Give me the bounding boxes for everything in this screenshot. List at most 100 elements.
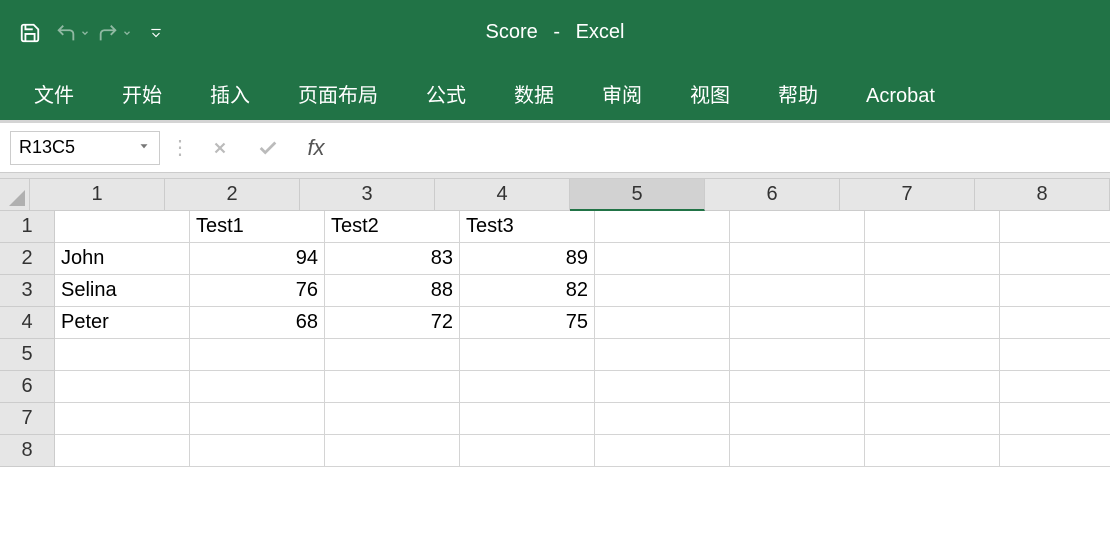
cell[interactable] — [325, 403, 460, 435]
cell[interactable]: Selina — [55, 275, 190, 307]
cell[interactable] — [730, 243, 865, 275]
row-header[interactable]: 6 — [0, 371, 55, 403]
enter-formula-button[interactable] — [248, 131, 288, 165]
cell[interactable] — [55, 339, 190, 371]
cell[interactable] — [865, 403, 1000, 435]
cell[interactable] — [865, 307, 1000, 339]
cell[interactable] — [730, 339, 865, 371]
ribbon-tab[interactable]: 视图 — [666, 67, 754, 120]
cell[interactable] — [1000, 403, 1110, 435]
cell[interactable] — [190, 403, 325, 435]
column-header[interactable]: 6 — [705, 179, 840, 211]
select-all-button[interactable] — [0, 179, 30, 211]
insert-function-button[interactable]: fx — [296, 135, 336, 161]
save-button[interactable] — [10, 13, 50, 53]
cell[interactable]: 82 — [460, 275, 595, 307]
name-box[interactable]: R13C5 — [10, 131, 160, 165]
cell[interactable] — [865, 339, 1000, 371]
cell[interactable] — [325, 435, 460, 467]
column-header[interactable]: 2 — [165, 179, 300, 211]
undo-button[interactable] — [52, 13, 92, 53]
cell[interactable]: 89 — [460, 243, 595, 275]
cell[interactable] — [55, 435, 190, 467]
cell[interactable] — [1000, 275, 1110, 307]
cell[interactable] — [865, 275, 1000, 307]
row-header[interactable]: 3 — [0, 275, 55, 307]
cell[interactable] — [190, 339, 325, 371]
ribbon-tab[interactable]: 文件 — [10, 67, 98, 120]
cell[interactable] — [1000, 243, 1110, 275]
ribbon-tab[interactable]: 开始 — [98, 67, 186, 120]
column-header[interactable]: 8 — [975, 179, 1110, 211]
cell[interactable] — [595, 435, 730, 467]
cell[interactable] — [865, 211, 1000, 243]
cell[interactable] — [190, 435, 325, 467]
column-header[interactable]: 5 — [570, 179, 705, 211]
cell[interactable] — [730, 403, 865, 435]
cell[interactable]: Test3 — [460, 211, 595, 243]
row-header[interactable]: 7 — [0, 403, 55, 435]
cell[interactable] — [460, 371, 595, 403]
chevron-down-icon[interactable] — [137, 137, 151, 158]
cancel-formula-button[interactable] — [200, 131, 240, 165]
column-header[interactable]: 3 — [300, 179, 435, 211]
row-header[interactable]: 1 — [0, 211, 55, 243]
cell[interactable] — [595, 275, 730, 307]
cell[interactable] — [595, 307, 730, 339]
cell[interactable] — [55, 371, 190, 403]
cell[interactable]: 75 — [460, 307, 595, 339]
cell[interactable]: 72 — [325, 307, 460, 339]
cell[interactable] — [1000, 339, 1110, 371]
column-header[interactable]: 7 — [840, 179, 975, 211]
cell[interactable] — [325, 339, 460, 371]
cell[interactable]: 94 — [190, 243, 325, 275]
row-header[interactable]: 2 — [0, 243, 55, 275]
row-header[interactable]: 5 — [0, 339, 55, 371]
row-header[interactable]: 8 — [0, 435, 55, 467]
cell[interactable] — [595, 243, 730, 275]
cell[interactable] — [865, 435, 1000, 467]
cell[interactable] — [595, 211, 730, 243]
cell[interactable]: Test1 — [190, 211, 325, 243]
cell[interactable] — [55, 211, 190, 243]
column-header[interactable]: 1 — [30, 179, 165, 211]
cell[interactable] — [55, 403, 190, 435]
cell[interactable]: Peter — [55, 307, 190, 339]
cell[interactable] — [595, 371, 730, 403]
ribbon-tab[interactable]: 插入 — [186, 67, 274, 120]
cell[interactable]: 88 — [325, 275, 460, 307]
ribbon-tab[interactable]: 页面布局 — [274, 67, 402, 120]
cell[interactable] — [1000, 307, 1110, 339]
row-header[interactable]: 4 — [0, 307, 55, 339]
cell[interactable]: 68 — [190, 307, 325, 339]
cell[interactable]: John — [55, 243, 190, 275]
cell[interactable] — [325, 371, 460, 403]
cell[interactable] — [730, 275, 865, 307]
cell[interactable]: 83 — [325, 243, 460, 275]
cell[interactable] — [190, 371, 325, 403]
ribbon-tab[interactable]: Acrobat — [842, 73, 959, 120]
cell[interactable] — [595, 339, 730, 371]
cell[interactable] — [1000, 435, 1110, 467]
ribbon-tab[interactable]: 公式 — [402, 67, 490, 120]
ribbon-tab[interactable]: 帮助 — [754, 67, 842, 120]
cell[interactable] — [1000, 371, 1110, 403]
cell[interactable] — [595, 403, 730, 435]
cell[interactable] — [1000, 211, 1110, 243]
redo-button[interactable] — [94, 13, 134, 53]
cell[interactable]: 76 — [190, 275, 325, 307]
ribbon-tab[interactable]: 审阅 — [578, 67, 666, 120]
column-header[interactable]: 4 — [435, 179, 570, 211]
cell[interactable] — [730, 211, 865, 243]
customize-qat-button[interactable] — [136, 13, 176, 53]
ribbon-tab[interactable]: 数据 — [490, 67, 578, 120]
cell[interactable] — [460, 339, 595, 371]
cell[interactable] — [730, 371, 865, 403]
formula-input[interactable] — [344, 131, 1100, 165]
cell[interactable] — [865, 371, 1000, 403]
cell[interactable] — [460, 403, 595, 435]
cell[interactable]: Test2 — [325, 211, 460, 243]
cell[interactable] — [460, 435, 595, 467]
cell[interactable] — [730, 435, 865, 467]
cell[interactable] — [730, 307, 865, 339]
